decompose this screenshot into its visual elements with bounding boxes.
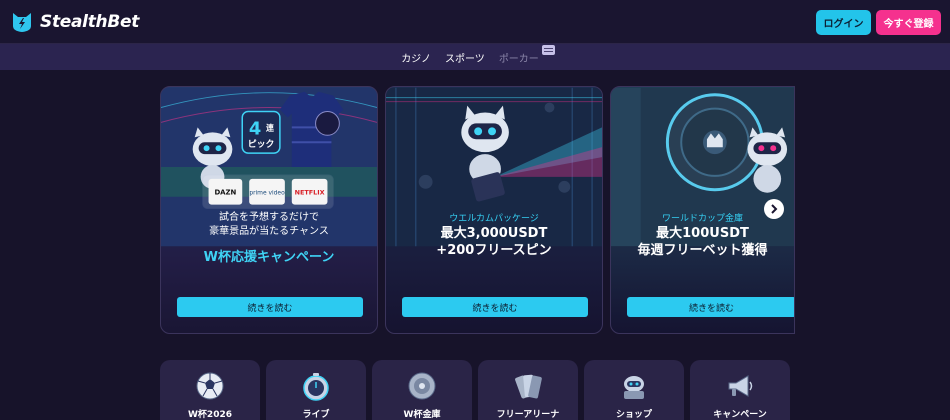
logo[interactable]: StealthBet [10,10,139,34]
login-button[interactable]: ログイン [816,10,871,35]
four-pick-badge-label: ピック [248,138,275,150]
read-more-button[interactable]: 続きを読む [402,297,588,317]
carousel-next-button[interactable] [764,199,784,219]
nav-item-poker[interactable]: ポーカー [498,44,555,65]
nav-item-poker-label: ポーカー [498,53,539,65]
brand-name: StealthBet [40,12,140,32]
four-pick-badge-number: 4 [249,118,261,139]
partner-logos: DAZN prime video NETFLIX [202,174,334,210]
nav-item-casino[interactable]: カジノ [401,50,431,65]
category-tile-vault[interactable]: W杯金庫 [372,360,472,420]
category-label: フリーアリーナ [496,410,560,420]
partner-netflix: NETFLIX [295,189,325,197]
partner-prime-video: prime video [249,190,285,197]
promo-headline: W杯応援キャンペーン [203,250,335,265]
vault-door-icon [665,93,764,192]
cat-logo-icon [13,13,31,32]
category-label: キャンペーン [713,410,767,420]
category-label: ショップ [615,410,652,420]
promo-line2: +200フリースピン [436,243,552,258]
category-tile-worldcup[interactable]: W杯2026 [160,360,260,420]
promo-line1: 最大100USDT [656,226,749,241]
category-tile-live[interactable]: ライブ [266,360,366,420]
four-pick-badge-sub: 連 [266,122,274,132]
site-header: StealthBet ログイン 今すぐ登録 [0,0,950,44]
category-tile-campaign[interactable]: キャンペーン [690,360,790,420]
megaphone-icon [728,375,753,397]
read-more-button[interactable]: 続きを読む [177,297,363,317]
shop-icon [624,376,644,399]
chevron-right-icon [771,204,778,214]
vault-icon [408,372,436,400]
promo-tag: ウエルカムパッケージ [449,214,539,224]
soccer-ball-icon [196,372,224,400]
main-nav: カジノ スポーツ ポーカー [0,44,950,70]
promo-line2: 毎週フリーベット獲得 [637,243,768,258]
promo-line2: 豪華景品が当たるチャンス [209,226,329,237]
category-tile-shop[interactable]: ショップ [584,360,684,420]
promo-line1: 最大3,000USDT [440,226,548,241]
register-button[interactable]: 今すぐ登録 [876,10,941,35]
stopwatch-icon [303,373,329,401]
category-tile-free-arena[interactable]: フリーアリーナ [478,360,578,420]
category-label: W杯2026 [188,410,232,420]
category-label: W杯金庫 [403,410,441,420]
four-pick-badge-icon: 4 連 ピック [241,110,281,154]
category-label: ライブ [302,410,330,420]
coming-soon-icon [541,44,555,55]
partner-dazn: DAZN [214,189,236,197]
promo-line1: 試合を予想するだけで [219,212,319,223]
tickets-icon [515,374,542,399]
read-more-button[interactable]: 続きを読む [627,297,794,317]
promo-card-worldcup[interactable]: 4 連 ピック DAZN prime video NETFLIX 試合を予想する… [160,86,378,334]
nav-item-sports[interactable]: スポーツ [445,50,485,65]
promo-card-welcome[interactable]: ウエルカムパッケージ 最大3,000USDT +200フリースピン 続きを読む [385,86,603,334]
